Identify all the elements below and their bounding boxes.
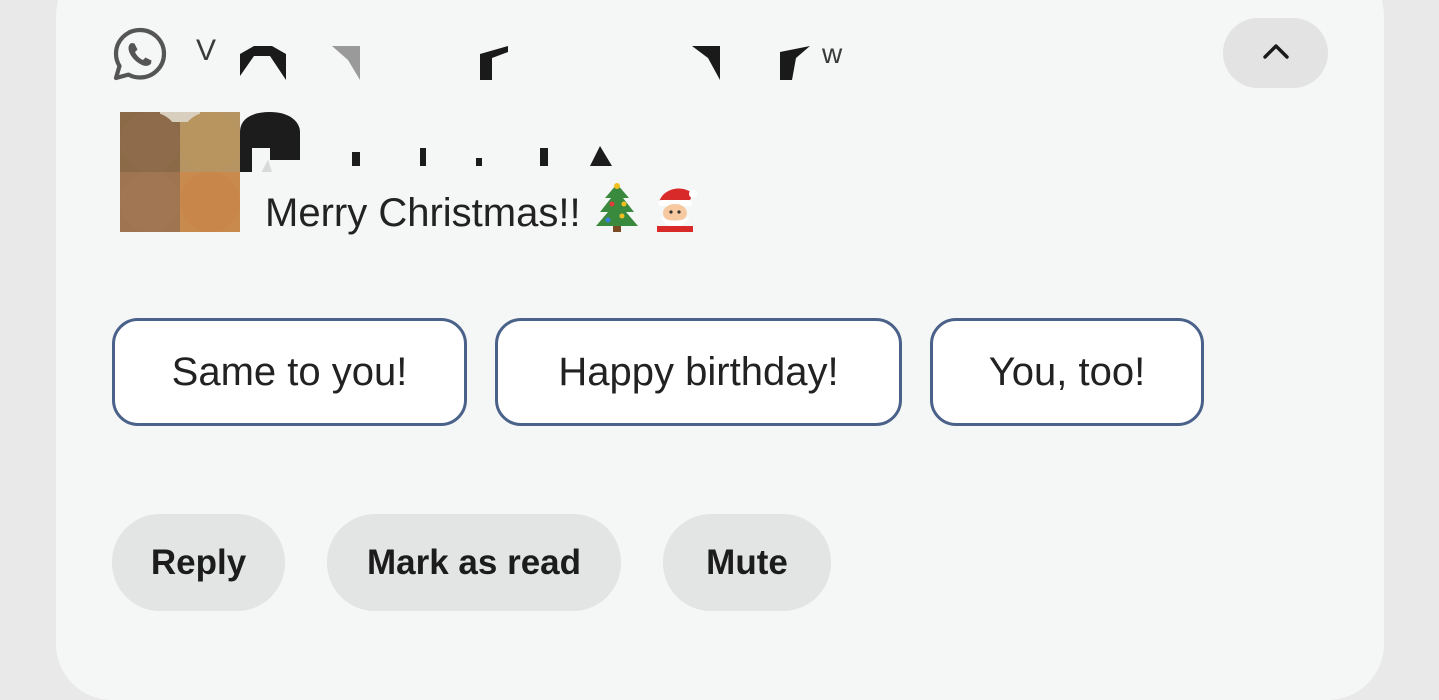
- mute-button[interactable]: Mute: [663, 514, 831, 611]
- redacted-header-text: [240, 46, 820, 80]
- whatsapp-icon: [112, 26, 168, 82]
- santa-emoji: [653, 182, 699, 242]
- smart-reply-chip[interactable]: Happy birthday!: [495, 318, 902, 426]
- reply-button[interactable]: Reply: [112, 514, 285, 611]
- mark-as-read-button-label: Mark as read: [366, 542, 582, 582]
- smart-reply-label: Happy birthday!: [558, 349, 839, 394]
- message-text: Merry Christmas!!: [265, 191, 581, 235]
- mark-as-read-button[interactable]: Mark as read: [327, 514, 621, 611]
- redacted-sender-name: [240, 112, 620, 182]
- smart-reply-chip[interactable]: Same to you!: [112, 318, 467, 426]
- collapse-button[interactable]: [1223, 18, 1328, 88]
- smart-reply-label: You, too!: [988, 349, 1146, 394]
- app-name-label: V: [196, 34, 218, 67]
- smart-reply-label: Same to you!: [171, 349, 408, 394]
- avatar: [120, 112, 240, 232]
- christmas-tree-emoji: [594, 182, 640, 242]
- reply-button-label: Reply: [150, 542, 247, 582]
- message-text-row: Merry Christmas!!: [265, 182, 699, 242]
- chevron-up-icon: [1262, 42, 1290, 65]
- smart-reply-chip[interactable]: You, too!: [930, 318, 1204, 426]
- app-name-tail: w: [822, 38, 843, 69]
- mute-button-label: Mute: [706, 542, 788, 582]
